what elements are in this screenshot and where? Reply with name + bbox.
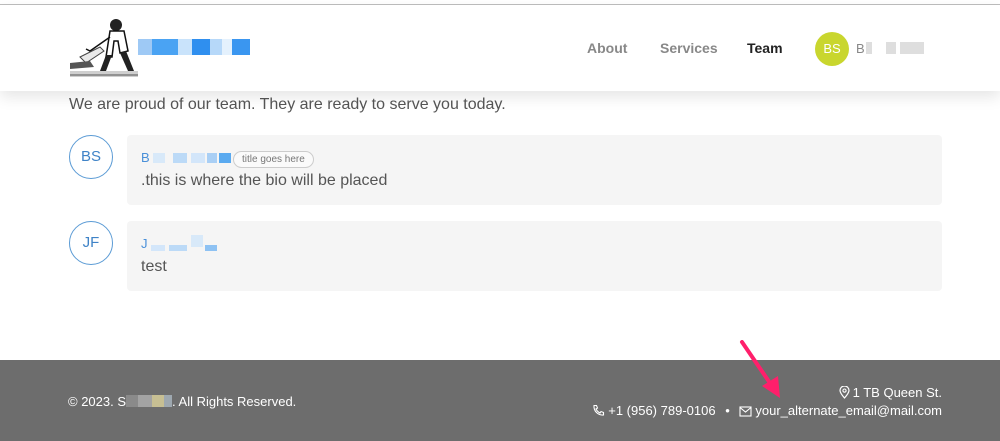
address-text: 1 TB Queen St. — [852, 385, 942, 400]
brand-name-redacted[interactable] — [138, 39, 250, 55]
copyright-prefix: © 2023. S — [68, 394, 127, 409]
footer-contact: +1 (956) 789-0106 • your_alternate_email… — [592, 403, 942, 418]
site-header: About Services Team BS B — [0, 5, 1000, 91]
member-title-badge: title goes here — [233, 151, 314, 168]
company-name-redacted — [126, 395, 173, 407]
member-bio: .this is where the bio will be placed — [141, 172, 388, 189]
member-avatar: BS — [69, 135, 113, 179]
phone-link[interactable]: +1 (956) 789-0106 — [608, 403, 715, 418]
email-link[interactable]: your_alternate_email@mail.com — [755, 403, 942, 418]
nav-team-link[interactable]: Team — [747, 40, 783, 56]
footer-address: 1 TB Queen St. — [839, 385, 942, 400]
member-avatar: JF — [69, 221, 113, 265]
team-member-card: BS B title goes here .this is where the … — [69, 135, 942, 205]
copyright-suffix: . All Rights Reserved. — [172, 394, 297, 409]
annotation-arrow-icon — [740, 340, 780, 398]
member-name[interactable]: J — [141, 236, 148, 251]
map-pin-icon — [839, 386, 850, 399]
phone-icon — [593, 404, 605, 416]
team-intro-text: We are proud of our team. They are ready… — [69, 96, 506, 113]
member-bio: test — [141, 258, 167, 275]
envelope-icon — [739, 406, 752, 417]
user-name[interactable]: B — [856, 41, 865, 56]
nav-services-link[interactable]: Services — [660, 40, 718, 56]
team-member-card: JF J test — [69, 221, 942, 291]
member-name-redacted — [151, 235, 233, 251]
member-card-body: B title goes here .this is where the bio… — [127, 135, 942, 205]
member-card-body: J test — [127, 221, 942, 291]
copyright-text: © 2023. S . All Rights Reserved. — [68, 394, 296, 409]
member-name[interactable]: B — [141, 150, 150, 165]
user-name-redacted — [866, 42, 926, 54]
logo-illustration-icon[interactable] — [70, 17, 138, 81]
user-avatar[interactable]: BS — [815, 32, 849, 66]
site-footer: © 2023. S . All Rights Reserved. 1 TB Que… — [0, 360, 1000, 441]
nav-about-link[interactable]: About — [587, 40, 627, 56]
contact-separator: • — [725, 403, 730, 418]
member-name-redacted — [153, 153, 231, 163]
